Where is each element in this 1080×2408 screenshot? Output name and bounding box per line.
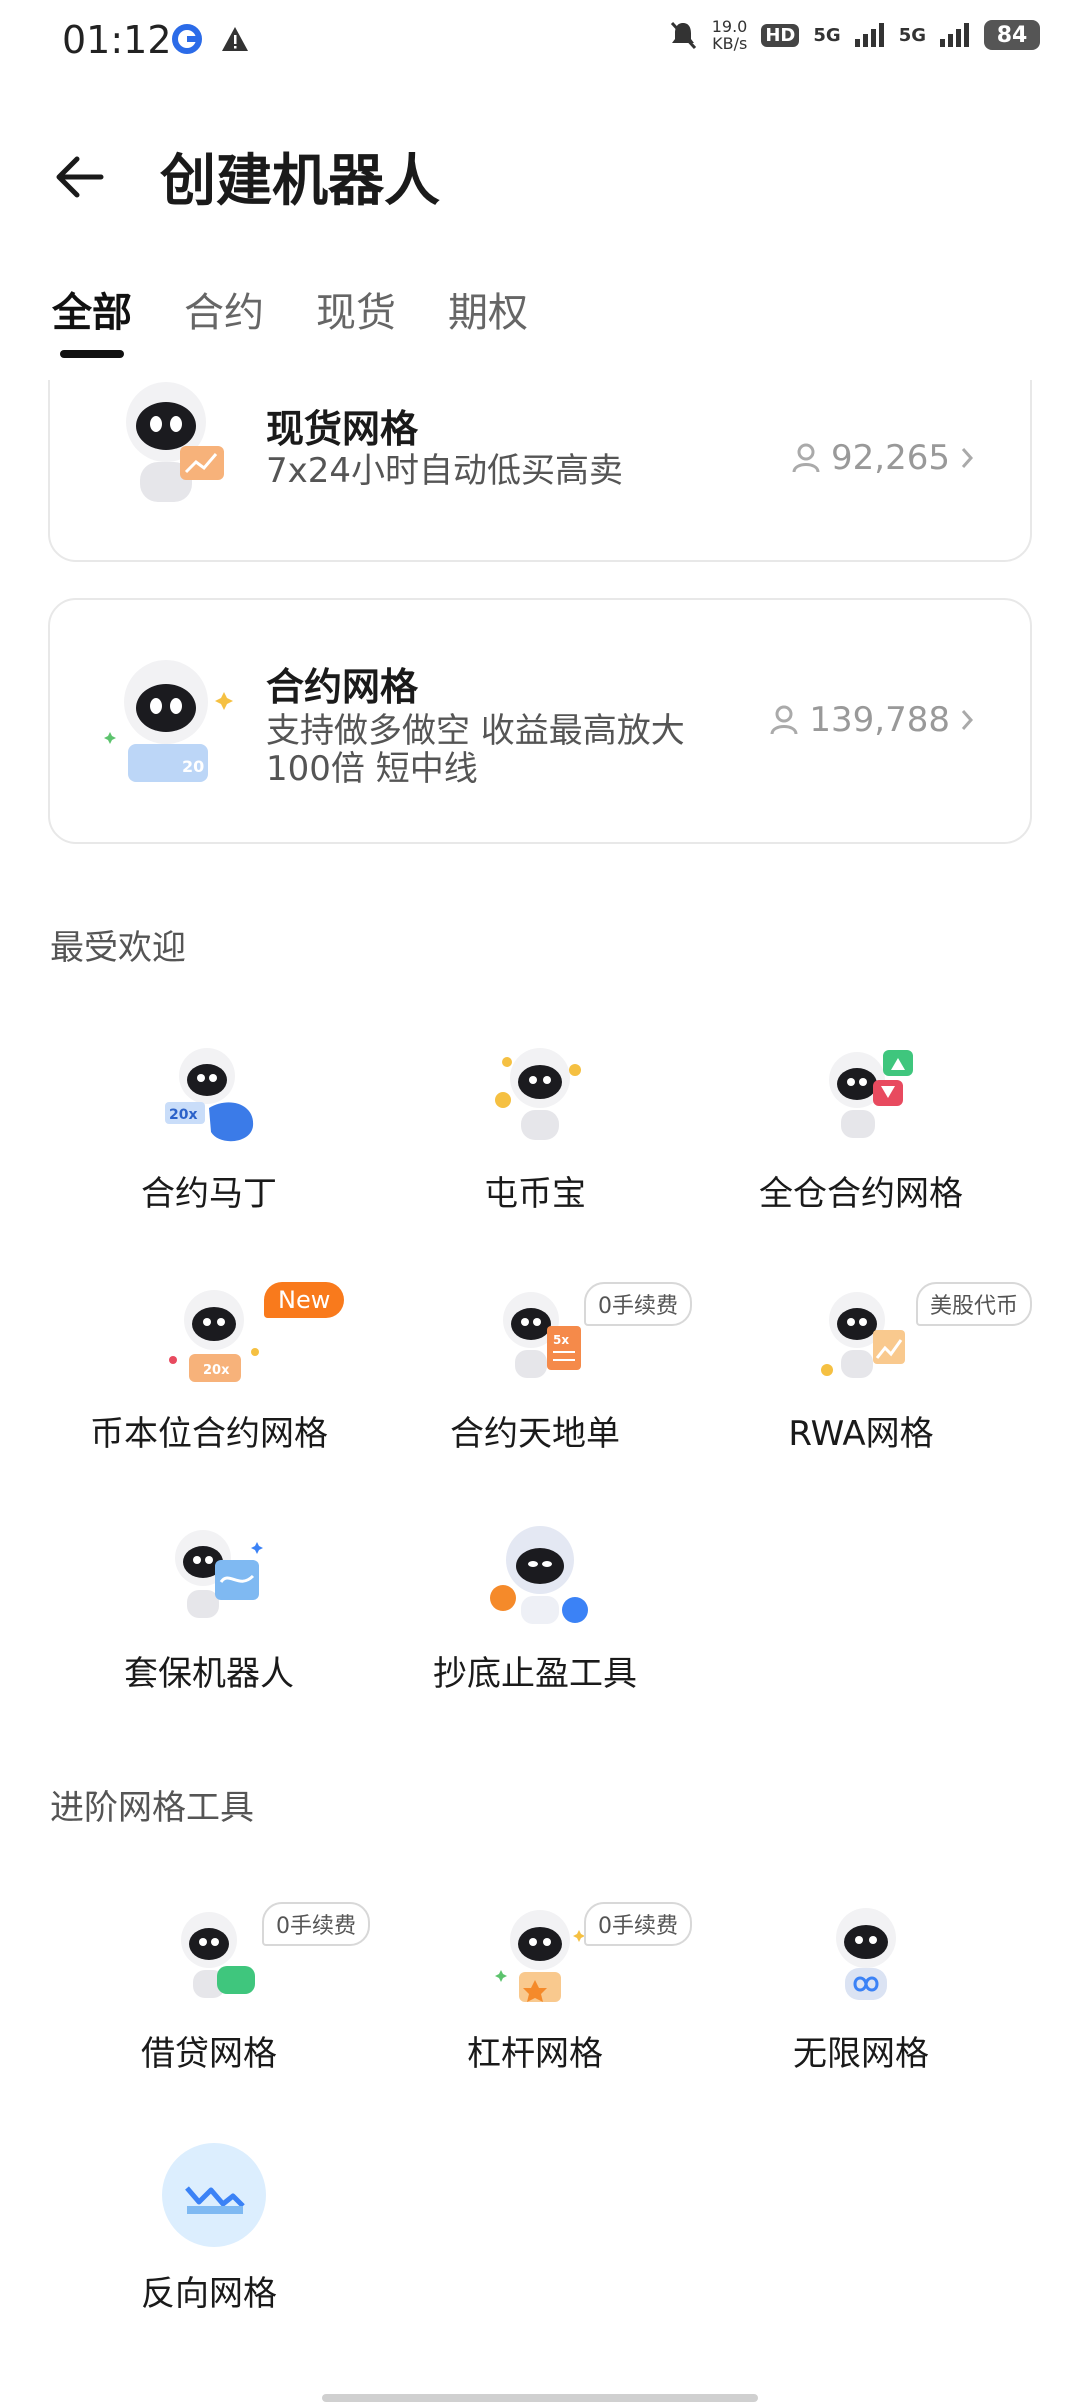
grid-item-dip-buy-tool[interactable]: 抄底止盈工具 <box>372 1520 698 1720</box>
section-title-popular: 最受欢迎 <box>50 928 186 968</box>
app-header: 创建机器人 <box>0 120 1080 230</box>
category-tabs: 全部 合约 现货 期权 <box>0 270 1080 370</box>
grid-item-reverse-grid[interactable]: 反向网格 <box>46 2140 372 2340</box>
spot-grid-robot-icon <box>126 382 224 502</box>
app-notification-icon <box>172 24 202 54</box>
margin-grid-robot-icon <box>495 1910 585 2002</box>
grid-item-label: 全仓合约网格 <box>759 1174 963 1214</box>
user-count-value: 139,788 <box>809 700 950 740</box>
content-scroll[interactable]: 现货网格 7x24小时自动低买高卖 92,265 20 合约网格 支持做多做空 … <box>0 380 1080 2408</box>
network-speed-value: 19.0 <box>711 17 748 36</box>
grid-item-rwa-grid[interactable]: 美股代币 RWA网格 <box>698 1280 1033 1480</box>
card-user-count: 139,788 <box>769 700 974 740</box>
tab-indicator <box>60 350 124 358</box>
grid-item-cross-grid[interactable]: 全仓合约网格 <box>698 1040 1024 1240</box>
signal-bars-icon <box>940 23 969 47</box>
tp-sl-robot-icon: 5x <box>503 1292 581 1378</box>
status-bar: 01:12 19.0 KB/s HD 5G 5G 84 <box>0 0 1080 86</box>
user-count-value: 92,265 <box>831 438 950 478</box>
battery-indicator: 84 <box>984 20 1040 50</box>
grid-item-loan-grid[interactable]: 0手续费 借贷网格 <box>46 1900 372 2100</box>
user-icon <box>770 705 798 735</box>
us-stock-token-badge: 美股代币 <box>916 1282 1033 1326</box>
svg-text:20: 20 <box>182 757 204 776</box>
grid-item-coin-hoard[interactable]: 屯币宝 <box>372 1040 698 1240</box>
zero-fee-badge: 0手续费 <box>584 1282 692 1326</box>
coin-margined-grid-robot-icon: 20x <box>169 1290 259 1382</box>
svg-text:20x: 20x <box>203 1363 230 1378</box>
martingale-robot-icon: 20x <box>165 1048 254 1142</box>
warning-icon <box>222 27 248 51</box>
grid-item-label: 抄底止盈工具 <box>433 1654 637 1694</box>
network-speed-unit: KB/s <box>712 34 748 53</box>
svg-text:5x: 5x <box>553 1333 569 1347</box>
grid-item-futures-tp-sl[interactable]: 5x 0手续费 合约天地单 <box>372 1280 698 1480</box>
dip-buy-robot-icon <box>490 1526 588 1624</box>
zero-fee-badge: 0手续费 <box>262 1902 370 1946</box>
back-button[interactable] <box>44 142 114 212</box>
new-badge: New <box>264 1282 345 1318</box>
grid-item-label: 屯币宝 <box>484 1174 586 1214</box>
coin-hoard-robot-icon <box>495 1048 581 1140</box>
cross-grid-robot-icon <box>829 1050 913 1138</box>
loan-grid-robot-icon <box>181 1912 255 1998</box>
grid-item-label: 合约天地单 <box>450 1414 620 1454</box>
home-indicator[interactable] <box>322 2394 758 2402</box>
grid-item-label: RWA网格 <box>788 1414 934 1454</box>
grid-item-label: 套保机器人 <box>124 1654 294 1694</box>
page-title: 创建机器人 <box>160 149 440 214</box>
section-title-advanced: 进阶网格工具 <box>50 1788 254 1828</box>
tab-all[interactable]: 全部 <box>52 280 132 338</box>
hd-indicator: HD <box>761 23 800 47</box>
rwa-grid-robot-icon <box>821 1292 905 1378</box>
grid-item-label: 无限网格 <box>793 2034 929 2074</box>
grid-item-label: 币本位合约网格 <box>90 1414 328 1454</box>
card-desc: 支持做多做空 收益最高放大100倍 短中线 <box>266 711 685 789</box>
hedge-robot-icon <box>175 1530 263 1618</box>
card-user-count: 92,265 <box>791 438 974 478</box>
grid-item-coin-margined-grid[interactable]: 20x New 币本位合约网格 <box>46 1280 372 1480</box>
grid-item-hedge-robot[interactable]: 套保机器人 <box>46 1520 372 1720</box>
user-icon <box>792 443 820 473</box>
featured-card-spot-grid[interactable]: 现货网格 7x24小时自动低买高卖 92,265 <box>48 380 1032 562</box>
futures-grid-robot-icon: 20 <box>104 660 233 782</box>
arrow-left-icon <box>56 156 104 198</box>
infinity-grid-robot-icon <box>836 1908 896 2000</box>
tab-spot[interactable]: 现货 <box>316 280 396 338</box>
chevron-right-icon <box>961 448 974 468</box>
grid-item-label: 合约马丁 <box>141 1174 277 1214</box>
featured-card-futures-grid[interactable]: 20 合约网格 支持做多做空 收益最高放大100倍 短中线 139,788 <box>48 598 1032 844</box>
card-title: 合约网格 <box>266 665 419 709</box>
network-speed: 19.0 KB/s <box>712 18 748 52</box>
svg-text:20x: 20x <box>169 1107 198 1123</box>
chevron-right-icon <box>961 710 974 730</box>
grid-item-label: 反向网格 <box>141 2274 277 2314</box>
tab-options[interactable]: 期权 <box>448 280 528 338</box>
status-time: 01:12 <box>62 18 172 62</box>
grid-item-label: 借贷网格 <box>141 2034 277 2074</box>
grid-item-futures-martingale[interactable]: 20x 合约马丁 <box>46 1040 372 1240</box>
zero-fee-badge: 0手续费 <box>584 1902 692 1946</box>
mute-icon <box>670 21 696 50</box>
card-desc: 7x24小时自动低买高卖 <box>266 451 624 491</box>
reverse-grid-icon <box>162 2143 266 2247</box>
signal-5g-1: 5G <box>813 24 841 46</box>
grid-item-infinity-grid[interactable]: 无限网格 <box>698 1900 1024 2100</box>
tab-futures[interactable]: 合约 <box>184 280 264 338</box>
signal-bars-icon <box>854 23 884 47</box>
grid-item-margin-grid[interactable]: 0手续费 杠杆网格 <box>372 1900 698 2100</box>
signal-5g-2: 5G <box>898 24 926 46</box>
card-title: 现货网格 <box>266 407 419 451</box>
grid-item-label: 杠杆网格 <box>467 2034 603 2074</box>
